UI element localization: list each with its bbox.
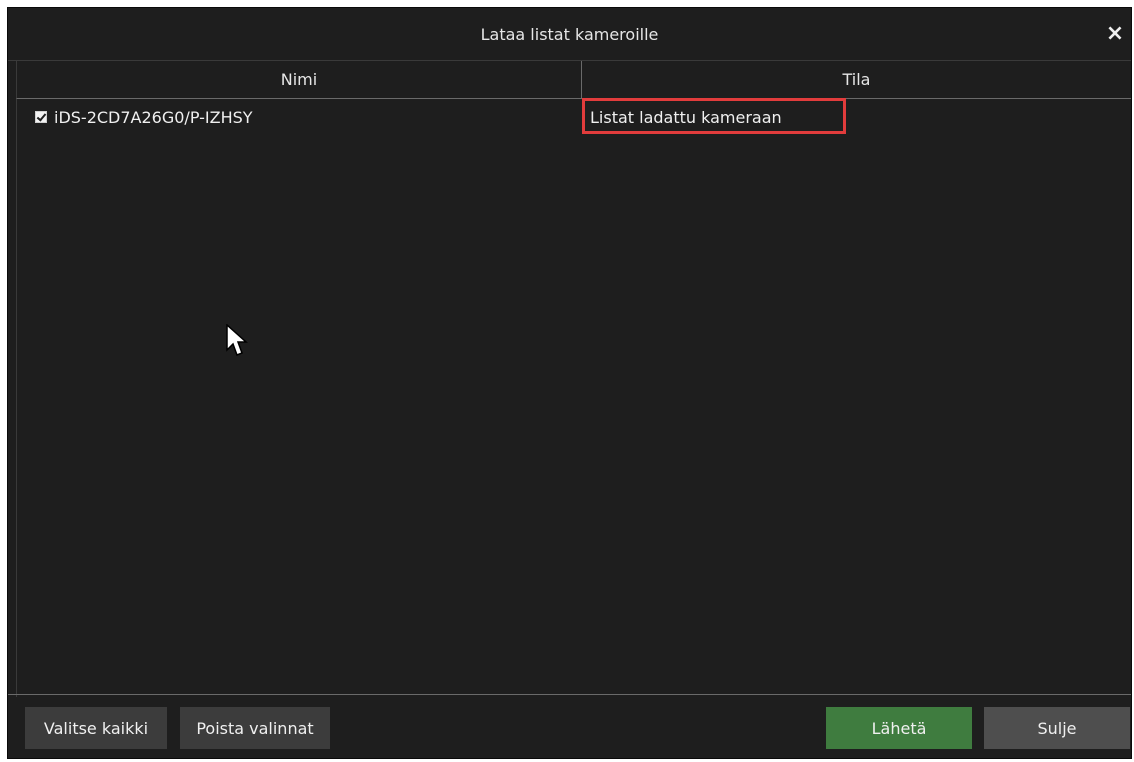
camera-name: iDS-2CD7A26G0/P-IZHSY bbox=[54, 107, 253, 127]
table-row[interactable]: iDS-2CD7A26G0/P-IZHSY Listat ladattu kam… bbox=[17, 98, 1131, 135]
upload-lists-dialog: Lataa listat kameroille × Nimi Tila iDS-… bbox=[7, 7, 1132, 759]
close-icon[interactable]: × bbox=[1105, 23, 1125, 45]
column-header-status[interactable]: Tila bbox=[582, 61, 1131, 98]
dialog-footer: Valitse kaikki Poista valinnat Lähetä Su… bbox=[8, 694, 1131, 758]
camera-status: Listat ladattu kameraan bbox=[590, 107, 782, 127]
table-header: Nimi Tila bbox=[16, 61, 1131, 99]
clear-selection-button[interactable]: Poista valinnat bbox=[180, 707, 330, 749]
send-button[interactable]: Lähetä bbox=[826, 707, 972, 749]
close-button[interactable]: Sulje bbox=[984, 707, 1130, 749]
dialog-titlebar: Lataa listat kameroille × bbox=[8, 8, 1131, 61]
camera-name-cell: iDS-2CD7A26G0/P-IZHSY bbox=[17, 108, 582, 127]
camera-checkbox[interactable] bbox=[35, 111, 47, 123]
mouse-pointer-icon bbox=[226, 324, 248, 356]
camera-list: iDS-2CD7A26G0/P-IZHSY Listat ladattu kam… bbox=[16, 98, 1131, 697]
camera-status-cell: Listat ladattu kameraan bbox=[582, 98, 1131, 135]
column-header-name[interactable]: Nimi bbox=[17, 61, 582, 98]
select-all-button[interactable]: Valitse kaikki bbox=[25, 707, 167, 749]
dialog-title: Lataa listat kameroille bbox=[480, 24, 659, 44]
